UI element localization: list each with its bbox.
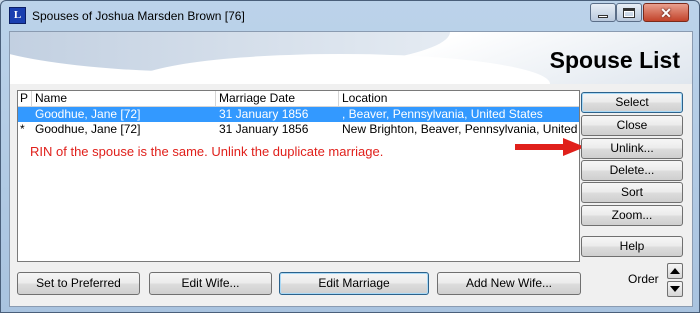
row-name: Goodhue, Jane [72] [35,122,141,136]
order-down-button[interactable] [667,281,683,297]
add-new-wife-button[interactable]: Add New Wife... [437,272,581,295]
sort-button[interactable]: Sort [581,182,683,203]
table-row[interactable]: * Goodhue, Jane [72] 31 January 1856 New… [18,122,579,137]
edit-wife-button[interactable]: Edit Wife... [149,272,272,295]
order-label: Order [628,272,659,286]
minimize-button[interactable] [590,3,616,22]
maximize-icon [623,7,635,18]
order-up-button[interactable] [667,263,683,279]
set-to-preferred-button[interactable]: Set to Preferred [17,272,140,295]
table-row[interactable]: Goodhue, Jane [72] 31 January 1856 , Bea… [18,107,579,122]
row-name: Goodhue, Jane [72] [35,107,141,121]
annotation-text: RIN of the spouse is the same. Unlink th… [30,144,384,159]
window: L Spouses of Joshua Marsden Brown [76] ✕… [0,0,700,313]
column-header-marriage-date[interactable]: Marriage Date [216,91,339,106]
app-icon[interactable]: L [9,7,26,24]
arrow-up-icon [670,268,680,274]
row-preferred-marker [18,107,32,122]
spouse-list[interactable]: P Name Marriage Date Location Goodhue, J… [17,90,580,262]
delete-button[interactable]: Delete... [581,160,683,181]
header-banner: Spouse List [10,32,692,84]
dialog-client-area: Spouse List P Name Marriage Date Locatio… [9,31,693,307]
minimize-icon [598,15,608,18]
page-title: Spouse List [549,47,680,73]
column-header-preferred[interactable]: P [18,91,32,106]
column-header-location[interactable]: Location [339,91,579,106]
column-header-name[interactable]: Name [32,91,216,106]
arrow-down-icon [670,286,680,292]
edit-marriage-button[interactable]: Edit Marriage [279,272,429,295]
row-preferred-marker: * [20,122,25,136]
maximize-button[interactable] [616,3,642,22]
close-button[interactable]: Close [581,115,683,136]
row-marriage-date: 31 January 1856 [219,107,309,121]
help-button[interactable]: Help [581,236,683,257]
unlink-button[interactable]: Unlink... [581,138,683,159]
red-arrow-icon [515,138,585,156]
select-button[interactable]: Select [581,92,683,113]
close-icon: ✕ [660,4,672,21]
title-bar[interactable]: L Spouses of Joshua Marsden Brown [76] ✕ [1,1,699,31]
list-header: P Name Marriage Date Location [18,91,579,107]
close-window-button[interactable]: ✕ [643,3,689,22]
row-location: New Brighton, Beaver, Pennsylvania, Unit… [342,122,578,136]
zoom-button[interactable]: Zoom... [581,205,683,226]
window-title: Spouses of Joshua Marsden Brown [76] [32,9,245,23]
row-location: , Beaver, Pennsylvania, United States [342,107,543,121]
row-marriage-date: 31 January 1856 [219,122,309,136]
